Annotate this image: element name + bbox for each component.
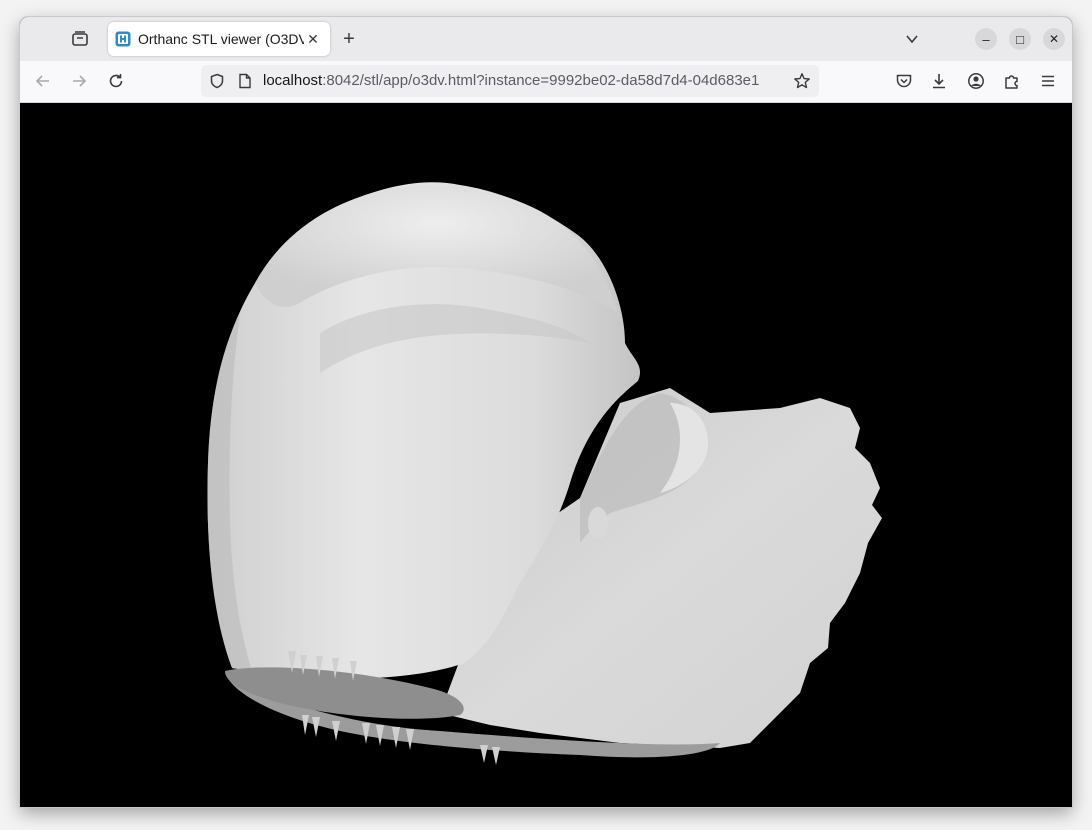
minimize-icon: – (982, 31, 990, 47)
stl-3d-viewport[interactable] (20, 103, 1072, 807)
minimize-button[interactable]: – (975, 28, 997, 50)
download-icon[interactable] (928, 70, 950, 92)
shield-icon[interactable] (208, 72, 226, 90)
close-window-button[interactable]: ✕ (1043, 28, 1065, 50)
url-text[interactable]: localhost:8042/stl/app/o3dv.html?instanc… (263, 72, 785, 92)
close-tab-button[interactable]: ✕ (304, 30, 322, 48)
stl-model-render[interactable] (20, 103, 1072, 807)
back-arrow-icon[interactable] (32, 70, 54, 92)
tab-overview-icon[interactable] (69, 28, 91, 50)
chevron-down-icon[interactable] (901, 28, 923, 50)
new-tab-button[interactable]: + (338, 28, 360, 50)
maximize-icon: □ (1016, 31, 1024, 47)
url-host: localhost (263, 72, 323, 89)
puzzle-icon[interactable] (1001, 70, 1023, 92)
url-path: :8042/stl/app/o3dv.html?instance=9992be0… (322, 72, 760, 89)
tab-bar: Orthanc STL viewer (O3DV) ✕ + – □ ✕ (20, 17, 1072, 61)
account-icon[interactable] (965, 70, 987, 92)
star-icon[interactable] (792, 71, 812, 91)
orthanc-favicon-icon (115, 31, 131, 47)
model-left-bottom-face (225, 667, 464, 719)
navigation-toolbar: localhost:8042/stl/app/o3dv.html?instanc… (20, 61, 1072, 103)
hamburger-menu-icon[interactable] (1037, 70, 1059, 92)
maximize-button[interactable]: □ (1009, 28, 1031, 50)
model-small-bump (588, 507, 608, 539)
pocket-icon[interactable] (893, 70, 915, 92)
address-bar[interactable]: localhost:8042/stl/app/o3dv.html?instanc… (201, 65, 819, 97)
forward-arrow-icon[interactable] (68, 70, 90, 92)
tab-stl-viewer[interactable]: Orthanc STL viewer (O3DV) ✕ (108, 22, 330, 56)
page-icon[interactable] (236, 72, 254, 90)
reload-icon[interactable] (105, 70, 127, 92)
browser-window: Orthanc STL viewer (O3DV) ✕ + – □ ✕ loca… (20, 17, 1072, 807)
tab-title: Orthanc STL viewer (O3DV) (138, 31, 304, 47)
close-icon: ✕ (1048, 32, 1060, 46)
